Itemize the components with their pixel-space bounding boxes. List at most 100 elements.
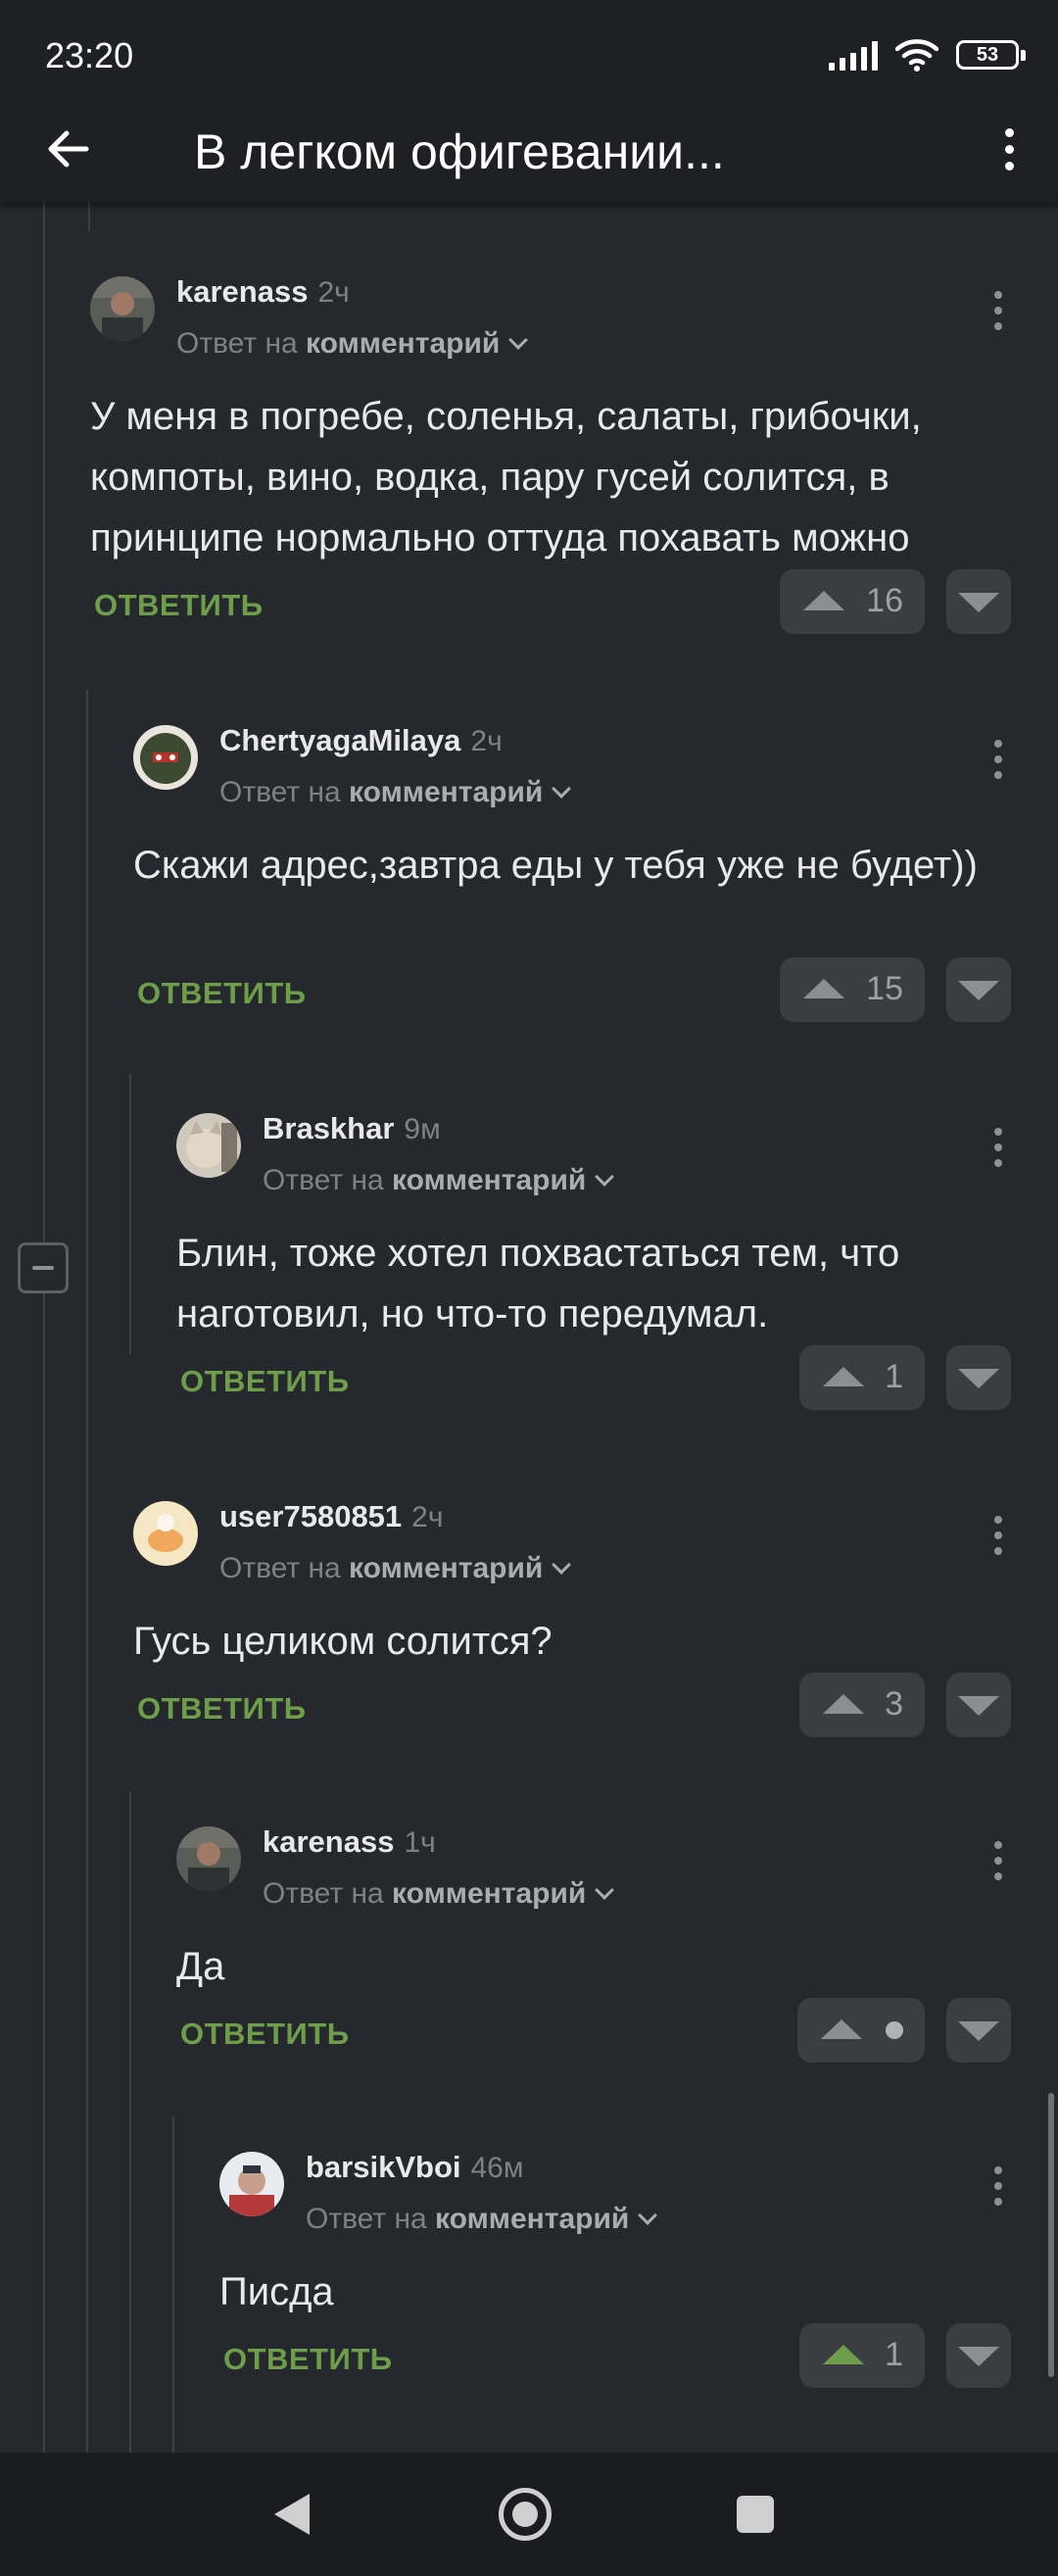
downvote-button[interactable]	[946, 1998, 1011, 2063]
comment-text: У меня в погребе, соленья, салаты, грибо…	[90, 395, 922, 559]
chevron-down-icon	[552, 779, 572, 799]
avatar[interactable]	[176, 1113, 241, 1178]
avatar[interactable]	[176, 1826, 241, 1891]
comment-thread: karenass 2ч Ответ на комментарий У меня в…	[0, 202, 1058, 2453]
comment-author[interactable]: barsikVboi 46м	[306, 2150, 524, 2185]
status-time: 23:20	[45, 35, 134, 75]
downvote-button[interactable]	[946, 1345, 1011, 1410]
reply-target: комментарий	[392, 1877, 587, 1910]
avatar[interactable]	[133, 1501, 198, 1566]
page-title: В легком офигевании...	[194, 124, 725, 179]
reply-button[interactable]: ОТВЕТИТЬ	[137, 976, 307, 1011]
upvote-icon	[823, 1694, 864, 1714]
system-nav-bar	[0, 2453, 1058, 2576]
reply-to-link[interactable]: Ответ на комментарий	[176, 327, 529, 361]
reply-prefix: Ответ на	[219, 1552, 341, 1584]
reply-button[interactable]: ОТВЕТИТЬ	[180, 2017, 350, 2052]
downvote-button[interactable]	[946, 957, 1011, 1022]
upvote-button[interactable]: 1	[799, 1345, 925, 1410]
comment-text: Скажи адрес,завтра еды у тебя уже не буд…	[133, 844, 978, 887]
username[interactable]: karenass	[263, 1824, 394, 1859]
reply-to-link[interactable]: Ответ на комментарий	[219, 776, 572, 809]
reply-prefix: Ответ на	[263, 1164, 384, 1196]
comment-age: 9м	[404, 1113, 441, 1145]
nav-home-icon[interactable]	[499, 2488, 552, 2541]
reply-to-link[interactable]: Ответ на комментарий	[306, 2203, 658, 2236]
chevron-down-icon	[508, 330, 529, 350]
reply-target: комментарий	[392, 1164, 587, 1196]
nav-back-icon[interactable]	[274, 2494, 310, 2535]
upvote-button[interactable]: 15	[780, 957, 925, 1022]
chevron-down-icon	[638, 2206, 658, 2225]
comment-age: 2ч	[317, 276, 350, 309]
hidden-rating-dot	[886, 2021, 903, 2039]
reply-to-link[interactable]: Ответ на комментарий	[219, 1552, 572, 1585]
comment-author[interactable]: karenass 1ч	[263, 1824, 436, 1860]
comment-menu-icon[interactable]	[984, 1123, 1013, 1172]
upvote-icon	[821, 2019, 862, 2039]
comment-author[interactable]: ChertyagaMilaya 2ч	[219, 723, 503, 758]
comment-text: Писда	[219, 2270, 334, 2313]
comment-age: 1ч	[404, 1826, 436, 1859]
reply-prefix: Ответ на	[176, 327, 298, 360]
comment-menu-icon[interactable]	[984, 1836, 1013, 1885]
chevron-down-icon	[595, 1167, 615, 1187]
comment-age: 46м	[470, 2152, 524, 2184]
thread-line	[88, 202, 90, 231]
vote-count: 16	[866, 582, 903, 619]
thread-line	[129, 1791, 131, 2453]
upvote-button[interactable]	[797, 1998, 925, 2063]
nav-recents-icon[interactable]	[737, 2496, 774, 2533]
comment-menu-icon[interactable]	[984, 286, 1013, 335]
reply-target: комментарий	[306, 327, 501, 360]
upvote-icon	[803, 591, 844, 610]
comment-menu-icon[interactable]	[984, 735, 1013, 784]
avatar[interactable]	[219, 2152, 284, 2216]
upvote-button[interactable]: 3	[799, 1673, 925, 1737]
comment-author[interactable]: user7580851 2ч	[219, 1499, 444, 1534]
username[interactable]: Braskhar	[263, 1111, 394, 1145]
comment-text: Да	[176, 1945, 225, 1988]
upvote-icon	[823, 1367, 864, 1386]
username[interactable]: ChertyagaMilaya	[219, 723, 460, 757]
avatar[interactable]	[90, 276, 155, 341]
upvote-button[interactable]: 1	[799, 2323, 925, 2388]
reply-to-link[interactable]: Ответ на комментарий	[263, 1877, 615, 1911]
overflow-menu-icon[interactable]	[989, 120, 1029, 178]
comment-age: 2ч	[411, 1501, 444, 1533]
thread-line	[129, 1074, 131, 1354]
comment-age: 2ч	[470, 725, 503, 757]
comment-text: Блин, тоже хотел похвастаться тем, что н…	[176, 1232, 900, 1336]
upvote-button[interactable]: 16	[780, 569, 925, 634]
battery-icon: 53	[956, 40, 1026, 70]
reply-prefix: Ответ на	[263, 1877, 384, 1910]
username[interactable]: barsikVboi	[306, 2150, 461, 2184]
reply-target: комментарий	[349, 1552, 544, 1584]
downvote-button[interactable]	[946, 569, 1011, 634]
thread-line	[172, 2116, 174, 2453]
reply-button[interactable]: ОТВЕТИТЬ	[223, 2342, 393, 2377]
vote-count: 1	[885, 1358, 903, 1395]
comment-menu-icon[interactable]	[984, 2162, 1013, 2211]
vote-count: 15	[866, 970, 903, 1007]
back-arrow-icon[interactable]	[39, 120, 98, 178]
downvote-button[interactable]	[946, 1673, 1011, 1737]
collapse-thread-button[interactable]	[18, 1242, 69, 1293]
thread-line	[86, 690, 88, 2453]
upvote-icon	[823, 2345, 864, 2364]
scrollbar[interactable]	[1048, 2093, 1054, 2377]
downvote-button[interactable]	[946, 2323, 1011, 2388]
username[interactable]: karenass	[176, 274, 308, 309]
reply-button[interactable]: ОТВЕТИТЬ	[180, 1364, 350, 1399]
avatar[interactable]	[133, 725, 198, 790]
reply-button[interactable]: ОТВЕТИТЬ	[137, 1691, 307, 1726]
username[interactable]: user7580851	[219, 1499, 402, 1533]
reply-target: комментарий	[349, 776, 544, 808]
vote-count: 3	[885, 1685, 903, 1723]
reply-button[interactable]: ОТВЕТИТЬ	[94, 588, 264, 623]
upvote-icon	[803, 979, 844, 998]
comment-menu-icon[interactable]	[984, 1511, 1013, 1560]
reply-to-link[interactable]: Ответ на комментарий	[263, 1164, 615, 1197]
comment-author[interactable]: karenass 2ч	[176, 274, 350, 310]
comment-author[interactable]: Braskhar 9м	[263, 1111, 441, 1146]
